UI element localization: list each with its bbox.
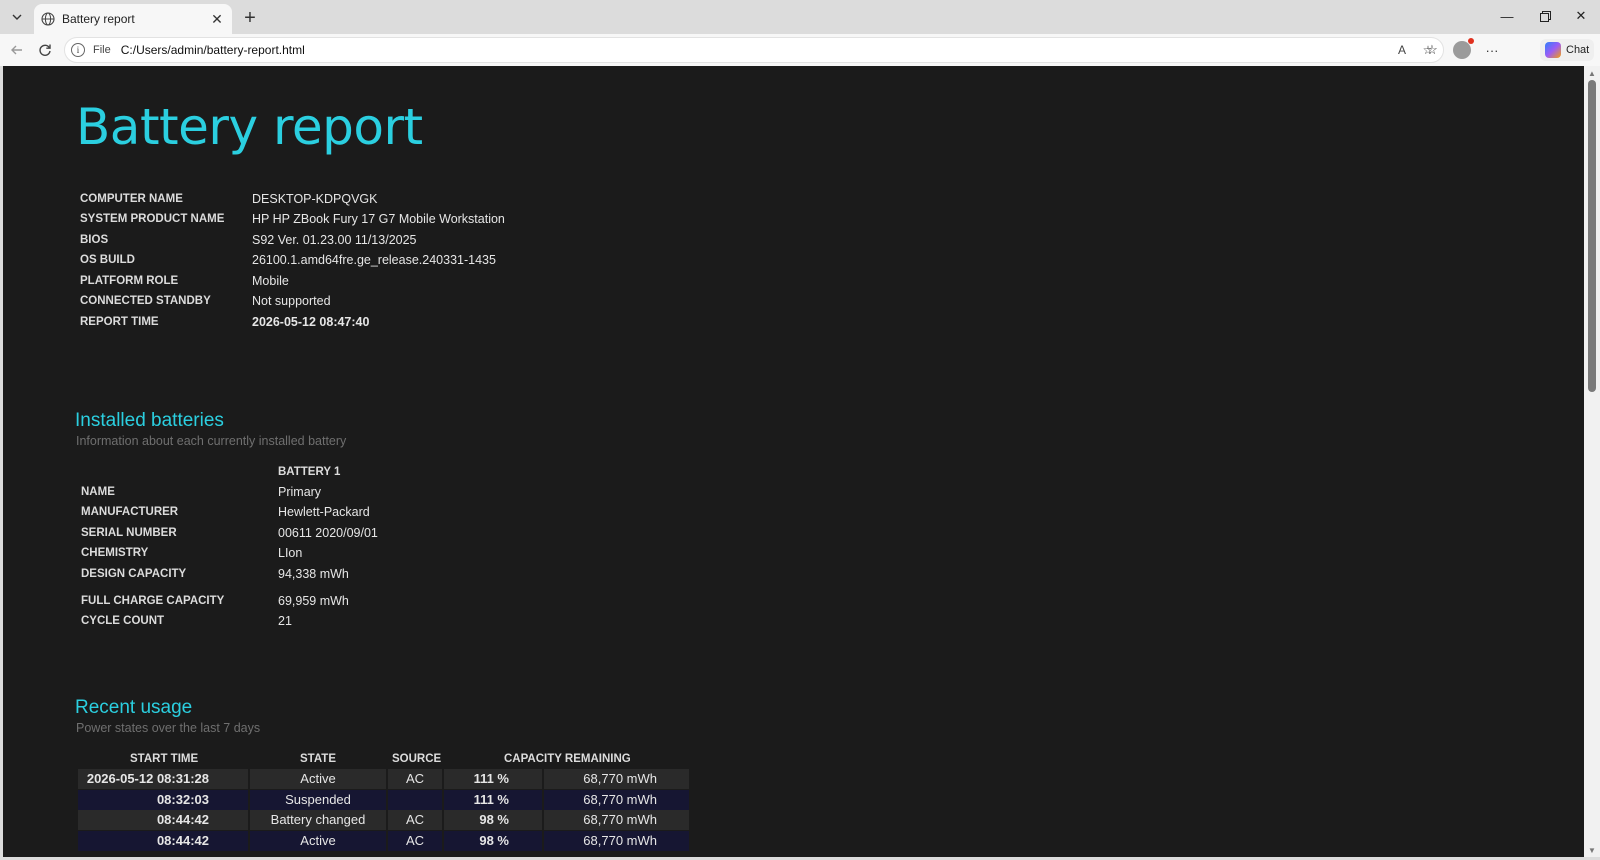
source-cell: AC — [388, 810, 442, 830]
state-cell: Active — [250, 769, 386, 789]
mwh-cell: 68,770 mWh — [544, 790, 689, 810]
address-scheme: File — [93, 44, 111, 56]
battery-label: CHEMISTRY — [81, 547, 149, 559]
more-options-icon[interactable]: ··· — [1480, 39, 1504, 61]
copilot-icon — [1545, 42, 1561, 58]
tab-strip: Battery report ✕ + — ✕ — [0, 0, 1600, 34]
mwh-cell: 68,770 mWh — [544, 810, 689, 830]
new-tab-button[interactable]: + — [238, 6, 262, 30]
info-value: DESKTOP-KDPQVGK — [252, 192, 378, 206]
battery-value: LIon — [278, 546, 303, 560]
address-url[interactable]: C:/Users/admin/battery-report.html — [121, 43, 1391, 57]
percent-cell: 98 % — [444, 810, 542, 830]
battery-column-header: BATTERY 1 — [278, 466, 341, 478]
globe-icon — [40, 11, 56, 27]
browser-toolbar: i File C:/Users/admin/battery-report.htm… — [0, 34, 1600, 66]
battery-value: 94,338 mWh — [278, 567, 349, 581]
table-row: 2026-05-12 08:31:28 Active AC 111 % 68,7… — [78, 769, 689, 789]
back-button[interactable] — [6, 39, 28, 61]
read-aloud-icon[interactable]: A — [1391, 39, 1413, 61]
close-tab-icon[interactable]: ✕ — [208, 10, 226, 28]
column-header-start-time: START TIME — [130, 753, 199, 765]
copilot-chat-button[interactable]: Chat — [1540, 39, 1594, 61]
scroll-up-arrow-icon[interactable]: ▲ — [1588, 68, 1596, 78]
refresh-button[interactable] — [34, 39, 56, 61]
state-cell: Suspended — [250, 790, 386, 810]
info-label: SYSTEM PRODUCT NAME — [80, 213, 225, 225]
restore-button[interactable] — [1526, 0, 1564, 32]
recent-usage-heading: Recent usage — [75, 697, 193, 718]
info-label: BIOS — [80, 234, 109, 246]
column-header-state: STATE — [300, 753, 336, 765]
mwh-cell: 68,770 mWh — [544, 769, 689, 789]
profile-button[interactable] — [1450, 38, 1474, 61]
battery-label: DESIGN CAPACITY — [81, 568, 187, 580]
recent-usage-subheading: Power states over the last 7 days — [76, 721, 261, 735]
info-value: S92 Ver. 01.23.00 11/13/2025 — [252, 233, 417, 247]
address-bar[interactable]: i File C:/Users/admin/battery-report.htm… — [64, 37, 1444, 63]
tab-list-button[interactable] — [6, 6, 28, 28]
source-cell: AC — [388, 769, 442, 789]
info-value: Not supported — [252, 294, 331, 308]
battery-value: Primary — [278, 485, 322, 499]
state-cell: Battery changed — [250, 810, 386, 830]
tab-title: Battery report — [62, 12, 135, 26]
info-value: Mobile — [252, 274, 289, 288]
chat-label: Chat — [1566, 44, 1590, 56]
percent-cell: 111 % — [444, 790, 542, 810]
chevron-down-icon — [12, 14, 22, 20]
battery-value: 69,959 mWh — [278, 594, 349, 608]
battery-label: NAME — [81, 486, 115, 498]
source-cell: AC — [388, 831, 442, 851]
state-cell: Active — [250, 831, 386, 851]
avatar — [1453, 38, 1474, 59]
start-time-cell: 08:32:03 — [78, 790, 248, 810]
info-value: HP HP ZBook Fury 17 G7 Mobile Workstatio… — [252, 212, 505, 226]
restore-icon — [1539, 10, 1551, 22]
info-label: OS BUILD — [80, 254, 135, 266]
report-content: Battery report COMPUTER NAME DESKTOP-KDP… — [3, 66, 1584, 857]
info-label: PLATFORM ROLE — [80, 275, 179, 287]
info-label: REPORT TIME — [80, 316, 159, 328]
page-viewport: Battery report COMPUTER NAME DESKTOP-KDP… — [3, 66, 1584, 857]
start-time-cell: 2026-05-12 08:31:28 — [78, 769, 248, 789]
column-header-source: SOURCE — [392, 753, 442, 765]
page-title: Battery report — [76, 98, 423, 156]
table-row: 08:44:42 Active AC 98 % 68,770 mWh — [78, 831, 689, 851]
scroll-down-arrow-icon[interactable]: ▼ — [1588, 845, 1596, 855]
browser-tab[interactable]: Battery report ✕ — [34, 4, 232, 34]
battery-label: FULL CHARGE CAPACITY — [81, 595, 225, 607]
report-time-value: 2026-05-12 08:47:40 — [252, 315, 370, 329]
close-window-button[interactable]: ✕ — [1562, 0, 1600, 32]
refresh-icon — [39, 44, 51, 56]
start-time-cell: 08:44:42 — [78, 831, 248, 851]
installed-batteries-subheading: Information about each currently install… — [76, 434, 347, 448]
table-row: 08:44:42 Battery changed AC 98 % 68,770 … — [78, 810, 689, 830]
source-cell — [388, 790, 442, 810]
scrollbar-thumb[interactable] — [1588, 80, 1596, 392]
info-label: CONNECTED STANDBY — [80, 295, 211, 307]
info-label: COMPUTER NAME — [80, 193, 183, 205]
mwh-cell: 68,770 mWh — [544, 831, 689, 851]
column-header-capacity-remaining: CAPACITY REMAINING — [504, 753, 631, 765]
percent-cell: 111 % — [444, 769, 542, 789]
back-arrow-icon — [11, 45, 22, 55]
table-row: 08:32:03 Suspended 111 % 68,770 mWh — [78, 790, 689, 810]
battery-label: CYCLE COUNT — [81, 615, 165, 627]
start-time-cell: 08:44:42 — [78, 810, 248, 830]
battery-value: Hewlett-Packard — [278, 505, 370, 519]
installed-batteries-heading: Installed batteries — [75, 410, 224, 431]
battery-value: 00611 2020/09/01 — [278, 526, 378, 540]
percent-cell: 98 % — [444, 831, 542, 851]
minimize-button[interactable]: — — [1488, 0, 1526, 32]
battery-label: SERIAL NUMBER — [81, 527, 177, 539]
battery-value: 21 — [278, 614, 292, 628]
vertical-scrollbar[interactable]: ▲ ▼ — [1584, 66, 1600, 857]
battery-label: MANUFACTURER — [81, 506, 179, 518]
info-icon[interactable]: i — [71, 43, 85, 57]
info-value: 26100.1.amd64fre.ge_release.240331-1435 — [252, 253, 496, 267]
favorites-icon[interactable]: ☆ — [1420, 39, 1444, 61]
